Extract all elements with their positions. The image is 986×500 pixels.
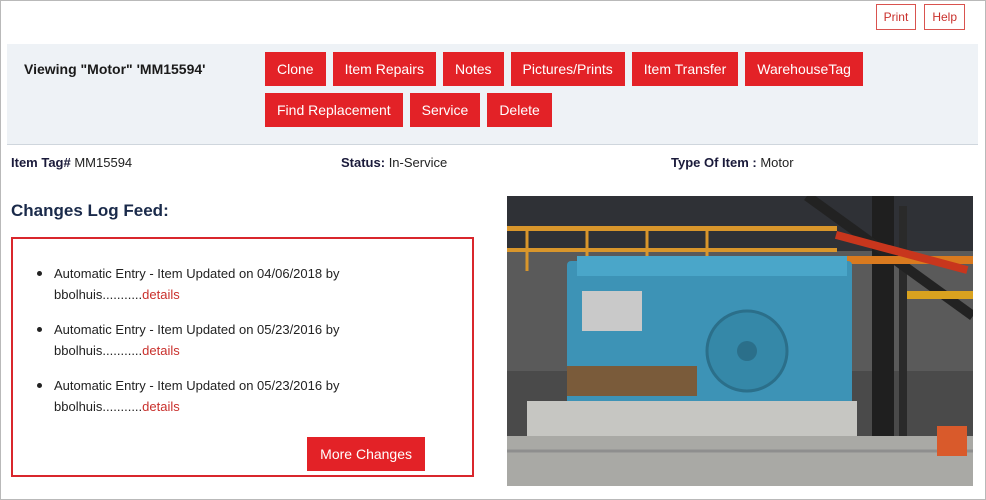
item-type-label: Type Of Item : <box>671 155 757 170</box>
clone-button[interactable]: Clone <box>265 52 326 86</box>
top-links: Print Help <box>875 4 965 30</box>
status-label: Status: <box>341 155 386 170</box>
log-entry-text: Automatic Entry - Item Updated on 05/23/… <box>54 378 340 414</box>
action-buttons: Clone Item Repairs Notes Pictures/Prints… <box>265 52 965 134</box>
list-item: Automatic Entry - Item Updated on 05/23/… <box>37 375 457 417</box>
item-header: Viewing "Motor" 'MM15594' Clone Item Rep… <box>7 44 978 145</box>
item-tag-info: Item Tag# MM15594 <box>11 155 132 170</box>
service-button[interactable]: Service <box>409 93 481 127</box>
notes-button[interactable]: Notes <box>442 52 504 86</box>
status-info: Status: In-Service <box>341 155 447 170</box>
item-tag-value: MM15594 <box>74 155 133 170</box>
log-entry-text: Automatic Entry - Item Updated on 04/06/… <box>54 266 340 302</box>
changes-log-title: Changes Log Feed: <box>11 201 169 220</box>
bullet-icon <box>37 271 42 276</box>
more-changes-button[interactable]: More Changes <box>307 437 425 471</box>
item-type-info: Type Of Item : Motor <box>671 155 794 170</box>
status-value: In-Service <box>388 155 448 170</box>
bullet-icon <box>37 327 42 332</box>
item-info-row: Item Tag# MM15594 Status: In-Service Typ… <box>0 155 986 173</box>
print-link[interactable]: Print <box>875 4 917 30</box>
motor-photo-illustration <box>507 196 973 486</box>
find-replacement-button[interactable]: Find Replacement <box>265 93 403 127</box>
changes-log-list: Automatic Entry - Item Updated on 04/06/… <box>37 263 457 431</box>
list-item: Automatic Entry - Item Updated on 05/23/… <box>37 319 457 361</box>
item-photo <box>507 196 973 486</box>
delete-button[interactable]: Delete <box>487 93 552 127</box>
log-entry-text: Automatic Entry - Item Updated on 05/23/… <box>54 322 340 358</box>
warehouse-tag-button[interactable]: WarehouseTag <box>745 52 863 86</box>
item-repairs-button[interactable]: Item Repairs <box>332 52 436 86</box>
details-link[interactable]: details <box>142 399 180 414</box>
item-tag-label: Item Tag# <box>11 155 71 170</box>
pictures-prints-button[interactable]: Pictures/Prints <box>510 52 625 86</box>
item-type-value: Motor <box>760 155 794 170</box>
bullet-icon <box>37 383 42 388</box>
page-title: Viewing "Motor" 'MM15594' <box>24 61 206 77</box>
details-link[interactable]: details <box>142 343 180 358</box>
item-transfer-button[interactable]: Item Transfer <box>631 52 739 86</box>
action-row-2: Find Replacement Service Delete <box>265 93 965 127</box>
help-link[interactable]: Help <box>924 4 965 30</box>
changes-log-box: Automatic Entry - Item Updated on 04/06/… <box>11 237 474 477</box>
list-item: Automatic Entry - Item Updated on 04/06/… <box>37 263 457 305</box>
details-link[interactable]: details <box>142 287 180 302</box>
action-row-1: Clone Item Repairs Notes Pictures/Prints… <box>265 52 965 86</box>
